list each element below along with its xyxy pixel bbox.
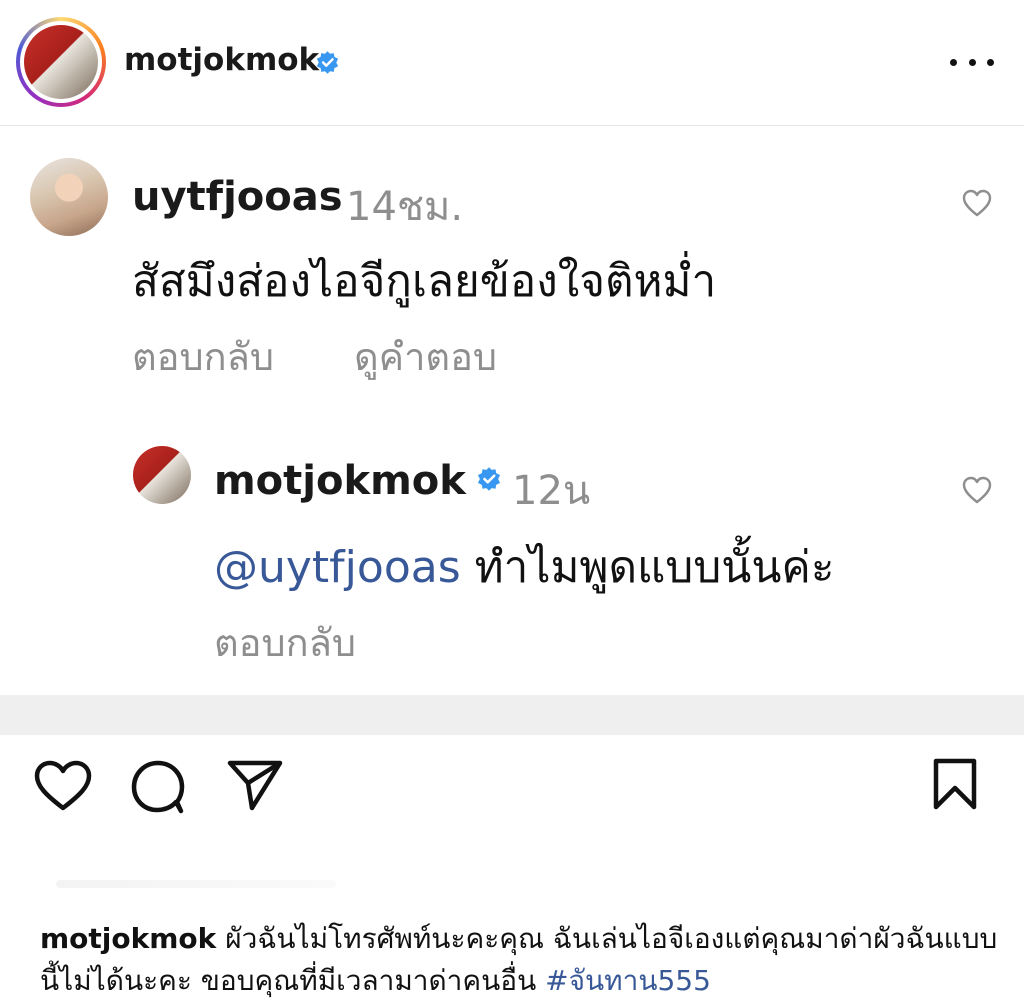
comment-like-heart-icon[interactable]: [962, 189, 992, 217]
faded-text-line: [56, 880, 336, 888]
post-caption: motjokmok ผัวฉันไม่โทรศัพท์นะคะคุณ ฉันเล…: [40, 918, 1000, 1002]
reply-text-body: ทำไมพูดแบบนั้นค่ะ: [460, 542, 835, 593]
bookmark-icon[interactable]: [932, 758, 978, 810]
verified-badge-icon: [477, 467, 501, 491]
verified-badge-icon: [316, 51, 339, 74]
reply-timestamp: 12น: [512, 468, 591, 514]
reply-username[interactable]: motjokmok: [214, 458, 466, 504]
paper-plane-icon[interactable]: [226, 758, 284, 812]
reply-button[interactable]: ตอบกลับ: [132, 326, 274, 387]
commenter-avatar[interactable]: [30, 158, 108, 236]
author-avatar: [24, 25, 98, 99]
reply-author-avatar[interactable]: [133, 446, 191, 504]
caption-hashtag[interactable]: #จันทาน555: [545, 964, 711, 997]
reply-button[interactable]: ตอบกลับ: [214, 612, 356, 673]
heart-icon[interactable]: [34, 760, 92, 812]
comment-text: สัสมึงส่องไอจีกูเลยข้องใจติหม่ำ: [132, 256, 717, 307]
cropped-overlay-strip: [0, 695, 1024, 735]
comment-bubble-icon[interactable]: [130, 758, 186, 814]
reply-text: @uytfjooas ทำไมพูดแบบนั้นค่ะ: [214, 532, 834, 602]
comment-username[interactable]: uytfjooas: [132, 174, 343, 220]
author-avatar-story-ring[interactable]: [16, 17, 106, 107]
view-replies-button[interactable]: ดูคำตอบ: [354, 326, 497, 387]
post-header: motjokmok: [0, 0, 1024, 126]
author-username[interactable]: motjokmok: [124, 42, 319, 78]
comment-timestamp: 14ชม.: [346, 184, 464, 230]
more-options-icon[interactable]: [950, 50, 994, 74]
mention-link[interactable]: @uytfjooas: [214, 542, 461, 593]
caption-username[interactable]: motjokmok: [40, 922, 216, 955]
comment-like-heart-icon[interactable]: [962, 476, 992, 504]
